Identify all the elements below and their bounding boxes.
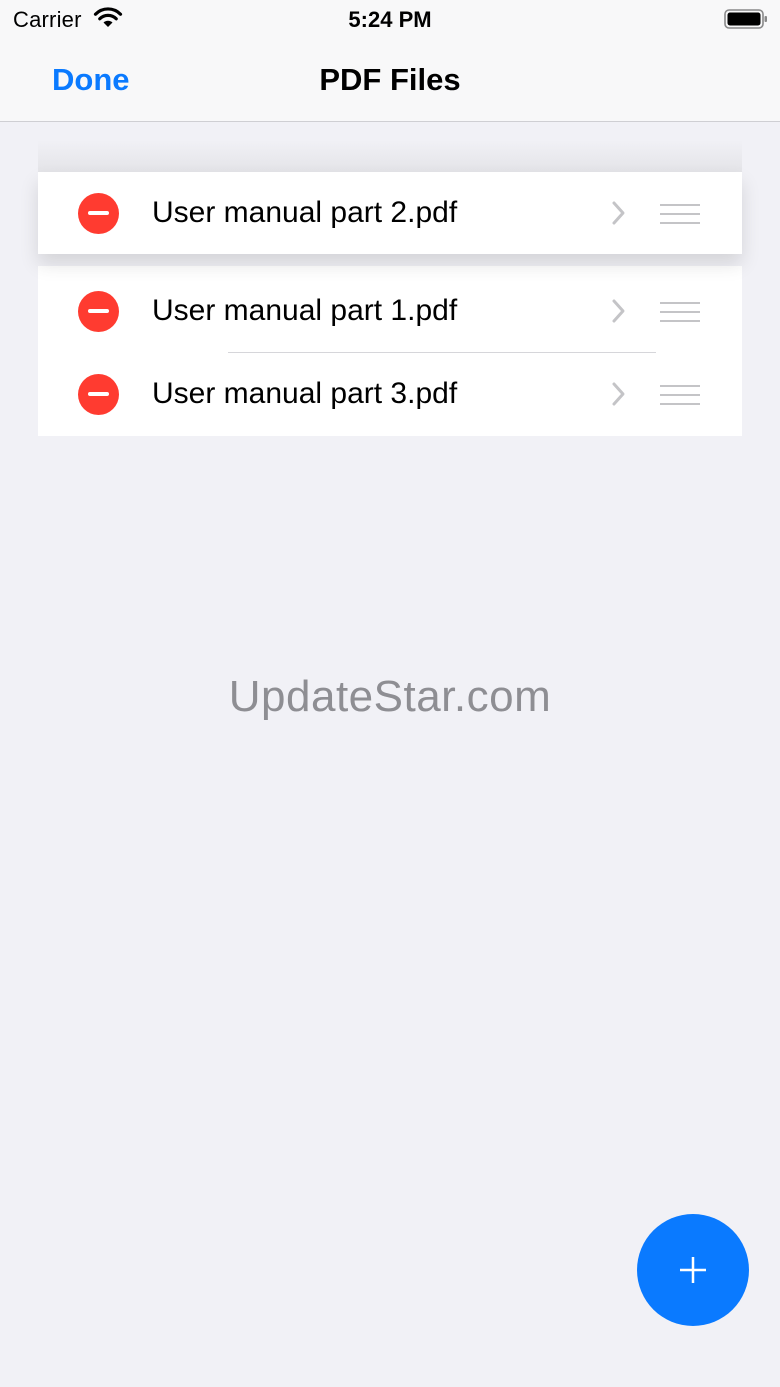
add-file-button[interactable] [637,1214,749,1326]
status-time: 5:24 PM [348,7,432,32]
reorder-handle-icon[interactable] [660,203,700,225]
reorder-handle-icon[interactable] [660,301,700,323]
file-row[interactable]: User manual part 1.pdf [38,266,742,354]
page-title: PDF Files [319,62,461,97]
drag-shadow [38,140,742,172]
status-bar: Carrier 5:24 PM [0,0,780,44]
navigation-bar: Done PDF Files [0,44,780,122]
file-name: User manual part 1.pdf [152,294,458,327]
delete-icon[interactable] [78,193,119,234]
chevron-right-icon [612,382,625,406]
plus-icon [680,1257,706,1283]
reorder-handle-icon[interactable] [660,384,700,406]
delete-icon[interactable] [78,291,119,332]
chevron-right-icon [612,201,625,225]
battery-icon [724,9,767,29]
file-name: User manual part 2.pdf [152,196,458,229]
file-row[interactable]: User manual part 2.pdf [38,172,742,254]
chevron-right-icon [612,299,625,323]
watermark-text: UpdateStar.com [228,672,552,721]
delete-icon[interactable] [78,374,119,415]
screen: Carrier 5:24 PM Done PDF Files User manu… [0,0,780,1387]
file-row[interactable]: User manual part 3.pdf [38,353,742,436]
file-name: User manual part 3.pdf [152,377,458,410]
